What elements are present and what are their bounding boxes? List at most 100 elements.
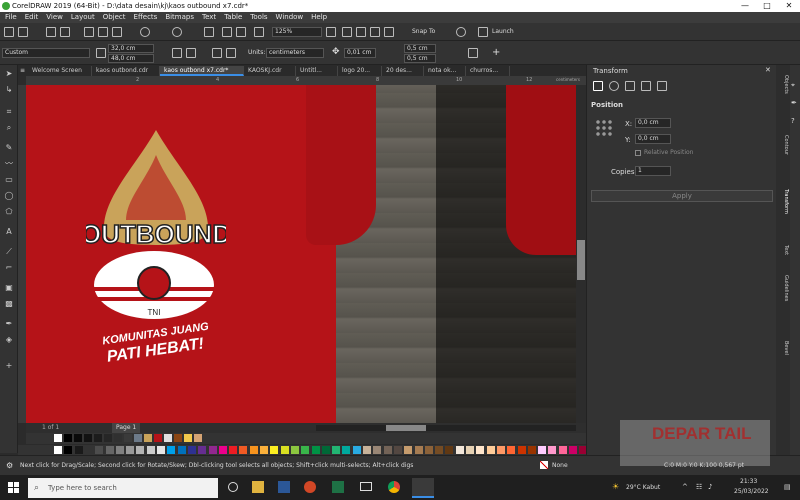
taskbar-coreldraw-icon[interactable]	[412, 478, 434, 498]
edit-page-icon[interactable]	[468, 48, 478, 58]
all-pages-icon[interactable]	[212, 48, 222, 58]
palette-swatch[interactable]	[527, 446, 536, 454]
add-tool-icon[interactable]: +	[4, 361, 14, 371]
pin-icon[interactable]: ⌖	[791, 81, 795, 90]
docker-tab-objects[interactable]: Objects	[777, 75, 789, 94]
page-size-preset-select[interactable]: Custom	[2, 48, 90, 58]
menu-layout[interactable]: Layout	[71, 12, 95, 23]
open-icon[interactable]	[18, 27, 28, 37]
units-select[interactable]: centimeters	[266, 48, 324, 58]
paste-icon[interactable]	[112, 27, 122, 37]
h-scroll-thumb[interactable]	[386, 425, 426, 431]
taskbar-excel-icon[interactable]	[332, 481, 344, 493]
palette-swatch[interactable]	[363, 446, 371, 454]
tabs-menu-icon[interactable]: ≡	[20, 67, 25, 74]
drop-shadow-icon[interactable]: ▣	[4, 283, 14, 293]
position-mode-icon[interactable]	[593, 81, 603, 91]
palette-swatch[interactable]	[270, 446, 279, 454]
landscape-icon[interactable]	[186, 48, 196, 58]
alignment-guides-icon[interactable]	[384, 27, 394, 37]
palette-swatch[interactable]	[548, 446, 557, 454]
horizontal-scrollbar[interactable]	[316, 425, 576, 431]
palette-swatch[interactable]	[332, 446, 341, 454]
taskbar-search-box[interactable]: ⌕ Type here to search	[28, 478, 218, 498]
palette-swatch[interactable]	[126, 446, 135, 454]
portrait-icon[interactable]	[172, 48, 182, 58]
pick-tool-icon[interactable]: ➤	[4, 69, 14, 79]
document-palette-swatch[interactable]	[144, 434, 152, 442]
transparency-icon[interactable]: ▩	[4, 299, 14, 309]
palette-swatch[interactable]	[301, 446, 310, 454]
import-icon[interactable]	[222, 27, 232, 37]
palette-swatch[interactable]	[424, 446, 433, 454]
add-icon[interactable]: +	[492, 47, 500, 58]
new-document-icon[interactable]	[4, 27, 14, 37]
parallel-dimension-icon[interactable]: ⟋	[4, 247, 14, 257]
menu-file[interactable]: File	[5, 12, 17, 23]
palette-swatch[interactable]	[393, 446, 402, 454]
document-palette-swatch[interactable]	[194, 434, 202, 442]
document-palette-swatch[interactable]	[74, 434, 82, 442]
options-gear-icon[interactable]	[456, 27, 466, 37]
document-palette-swatch[interactable]	[134, 434, 142, 442]
docker-tab-bevel[interactable]: Bevel	[777, 341, 789, 355]
palette-swatch[interactable]	[538, 446, 547, 454]
palette-swatch[interactable]	[74, 446, 83, 454]
eyedropper-icon[interactable]: ✒	[4, 319, 14, 329]
cut-icon[interactable]	[84, 27, 94, 37]
tab-welcome[interactable]: Welcome Screen	[28, 66, 92, 76]
vertical-scrollbar[interactable]	[576, 85, 586, 423]
palette-swatch[interactable]	[476, 446, 485, 454]
vertical-ruler[interactable]	[18, 85, 26, 423]
palette-swatch[interactable]	[167, 446, 176, 454]
tab-nota-ok[interactable]: nota ok...	[424, 66, 466, 76]
palette-swatch[interactable]	[136, 446, 145, 454]
mirror-mode-icon[interactable]	[625, 81, 635, 91]
document-palette-swatch[interactable]	[154, 434, 162, 442]
palette-swatch[interactable]	[187, 446, 196, 454]
scroll-thumb[interactable]	[577, 240, 585, 280]
tab-logo[interactable]: logo 20...	[338, 66, 382, 76]
taskbar-powerpoint-icon[interactable]	[304, 481, 316, 493]
palette-swatch[interactable]	[321, 446, 330, 454]
volume-icon[interactable]: ♪	[708, 483, 712, 491]
tab-churros[interactable]: churros...	[466, 66, 510, 76]
freehand-tool-icon[interactable]: ✎	[4, 143, 14, 153]
zoom-level-select[interactable]: 125%	[272, 27, 322, 37]
network-icon[interactable]: ☷	[696, 483, 702, 491]
menu-tools[interactable]: Tools	[250, 12, 267, 23]
show-guidelines-icon[interactable]	[370, 27, 380, 37]
document-palette-swatch[interactable]	[114, 434, 122, 442]
anchor-grid[interactable]	[595, 119, 613, 137]
document-palette-swatch[interactable]	[54, 434, 62, 442]
document-palette-swatch[interactable]	[94, 434, 102, 442]
tray-chevron-icon[interactable]: ^	[682, 483, 688, 491]
palette-swatch[interactable]	[177, 446, 186, 454]
page-height-input[interactable]: 48,0 cm	[108, 54, 154, 63]
docker-tab-transform[interactable]: Transform	[777, 189, 789, 214]
skew-mode-icon[interactable]	[657, 81, 667, 91]
taskbar-file-explorer-icon[interactable]	[252, 481, 264, 493]
menu-edit[interactable]: Edit	[25, 12, 39, 23]
maximize-button[interactable]: □	[756, 0, 778, 12]
document-palette-swatch[interactable]	[124, 434, 132, 442]
palette-swatch[interactable]	[517, 446, 526, 454]
palette-swatch[interactable]	[414, 446, 423, 454]
document-palette-swatch[interactable]	[104, 434, 112, 442]
apply-button[interactable]: Apply	[591, 190, 773, 202]
palette-swatch[interactable]	[466, 446, 474, 454]
palette-swatch[interactable]	[218, 446, 227, 454]
x-position-input[interactable]: 0,0 cm	[635, 118, 671, 128]
print-icon[interactable]	[60, 27, 70, 37]
taskbar-chrome-icon[interactable]	[388, 481, 400, 493]
menu-window[interactable]: Window	[276, 12, 304, 23]
palette-swatch[interactable]	[383, 446, 392, 454]
palette-swatch[interactable]	[229, 446, 238, 454]
rotate-mode-icon[interactable]	[609, 81, 619, 91]
relative-position-checkbox[interactable]	[635, 150, 641, 156]
redo-icon[interactable]	[172, 27, 182, 37]
save-icon[interactable]	[46, 27, 56, 37]
launch-dropdown[interactable]: Launch	[492, 28, 514, 35]
palette-swatch[interactable]	[84, 446, 93, 454]
copy-icon[interactable]	[98, 27, 108, 37]
